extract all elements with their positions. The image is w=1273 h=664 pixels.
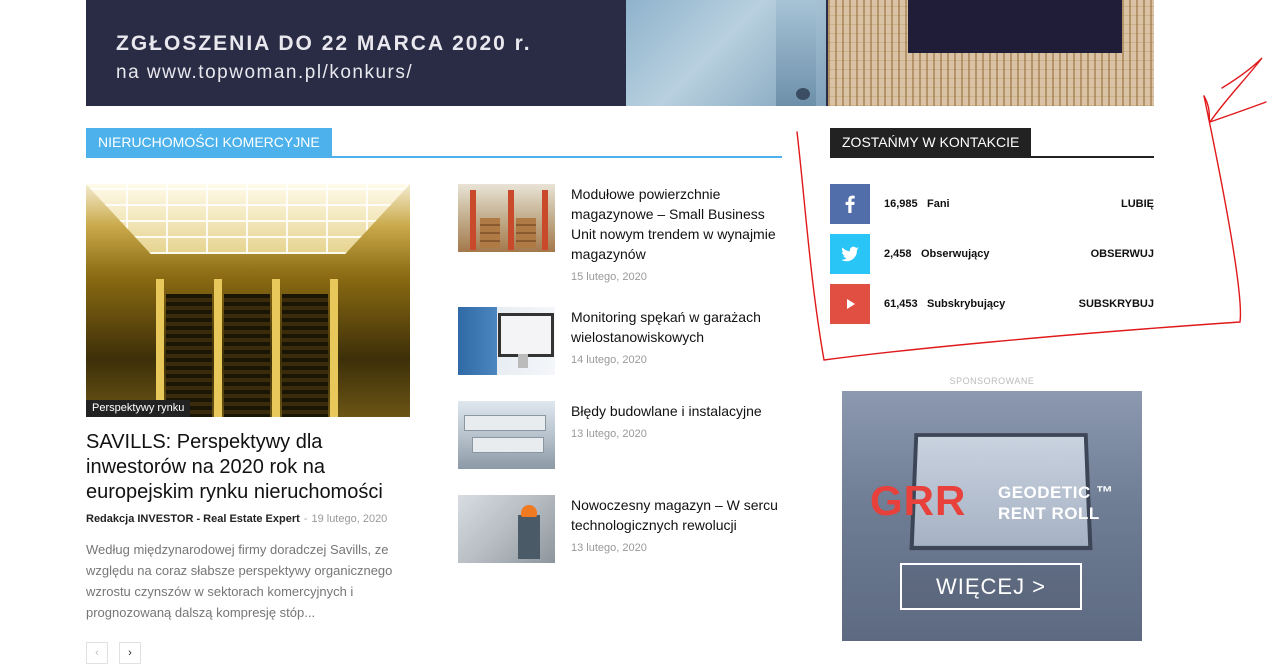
main-article-title[interactable]: SAVILLS: Perspektywy dla inwestorów na 2… [86, 430, 416, 505]
social-row-facebook: 16,985 Fani LUBIĘ [830, 184, 1154, 224]
image-rail [214, 279, 222, 417]
article-title[interactable]: Nowoczesny magazyn – W sercu technologic… [571, 495, 783, 535]
category-tag[interactable]: Perspektywy rynku [86, 400, 191, 417]
thumb-rack [542, 190, 548, 250]
meta-separator: - [303, 513, 308, 525]
social-row-youtube: 61,453 Subskrybujący SUBSKRYBUJ [830, 284, 1154, 324]
youtube-label: Subskrybujący [927, 298, 1006, 310]
thumb-monitor [498, 313, 554, 357]
section-header-commercial: NIERUCHOMOŚCI KOMERCYJNE [86, 128, 782, 158]
youtube-count: 61,453 [884, 298, 918, 310]
article-date: 14 lutego, 2020 [571, 354, 647, 366]
article-thumbnail[interactable] [458, 401, 555, 469]
main-article-meta: Redakcja INVESTOR - Real Estate Expert -1… [86, 513, 387, 525]
twitter-icon[interactable] [830, 234, 870, 274]
article-thumbnail[interactable] [458, 495, 555, 563]
banner-dark-block [908, 0, 1122, 53]
author-link[interactable]: Redakcja INVESTOR - Real Estate Expert [86, 513, 300, 525]
thumb-rack [470, 190, 476, 250]
main-article-excerpt: Według międzynarodowej firmy doradczej S… [86, 542, 393, 620]
section-title: ZOSTAŃMY W KONTAKCIE [830, 128, 1032, 157]
next-page-button[interactable]: › [119, 642, 141, 664]
section-divider [86, 156, 782, 158]
main-article-image[interactable] [86, 184, 410, 417]
like-button[interactable]: LUBIĘ [1121, 198, 1154, 210]
banner-deadline-text: ZGŁOSZENIA DO 22 MARCA 2020 r. [116, 32, 532, 55]
ad-product-name: GEODETIC ™ RENT ROLL [998, 482, 1114, 524]
article-date: 19 lutego, 2020 [311, 513, 388, 525]
section-divider [830, 156, 1154, 158]
image-ceiling [86, 184, 410, 254]
article-title[interactable]: Błędy budowlane i instalacyjne [571, 401, 783, 421]
section-title[interactable]: NIERUCHOMOŚCI KOMERCYJNE [86, 128, 332, 157]
article-date: 13 lutego, 2020 [571, 428, 647, 440]
thumb-boxes [516, 218, 536, 248]
facebook-icon[interactable] [830, 184, 870, 224]
ad-logo: GRR [870, 477, 967, 524]
article-title[interactable]: Monitoring spękań w garażach wielostanow… [571, 307, 783, 347]
sponsored-label: SPONSOROWANE [949, 376, 1035, 386]
article-date: 15 lutego, 2020 [571, 271, 647, 283]
prev-page-button[interactable]: ‹ [86, 642, 108, 664]
more-button[interactable]: WIĘCEJ > [900, 563, 1082, 610]
twitter-label: Obserwujący [921, 248, 990, 260]
ad-product-line1: GEODETIC ™ [998, 483, 1114, 502]
youtube-icon[interactable] [830, 284, 870, 324]
image-escalator [224, 294, 270, 417]
image-escalator [166, 294, 212, 417]
twitter-count: 2,458 [884, 248, 912, 260]
banner-photo-woman [626, 0, 826, 106]
image-rail [156, 279, 164, 417]
follow-button[interactable]: OBSERWUJ [1091, 248, 1154, 260]
article-thumbnail[interactable] [458, 307, 555, 375]
subscribe-button[interactable]: SUBSKRYBUJ [1079, 298, 1154, 310]
thumb-monitor-stand [518, 354, 528, 368]
thumb-duct [472, 437, 544, 453]
thumb-worker [518, 515, 540, 559]
article-date: 13 lutego, 2020 [571, 542, 647, 554]
thumb-boxes [480, 218, 500, 248]
image-rail [330, 279, 338, 417]
social-row-twitter: 2,458 Obserwujący OBSERWUJ [830, 234, 1154, 274]
banner-photo-button [796, 88, 810, 100]
thumb-duct [464, 415, 546, 431]
section-header-contact: ZOSTAŃMY W KONTAKCIE [830, 128, 1154, 158]
article-title[interactable]: Modułowe powierzchnie magazynowe – Small… [571, 184, 783, 264]
sponsored-ad[interactable]: GRR GEODETIC ™ RENT ROLL WIĘCEJ > [842, 391, 1142, 641]
facebook-label: Fani [927, 198, 950, 210]
article-thumbnail[interactable] [458, 184, 555, 252]
image-escalator [282, 294, 328, 417]
top-banner-ad[interactable]: ZGŁOSZENIA DO 22 MARCA 2020 r. na www.to… [86, 0, 1154, 106]
thumb-helmet [521, 505, 537, 517]
image-rail [272, 279, 280, 417]
banner-url-text: na www.topwoman.pl/konkurs/ [116, 62, 414, 83]
thumb-rack [508, 190, 514, 250]
ad-product-line2: RENT ROLL [998, 504, 1100, 523]
facebook-count: 16,985 [884, 198, 918, 210]
